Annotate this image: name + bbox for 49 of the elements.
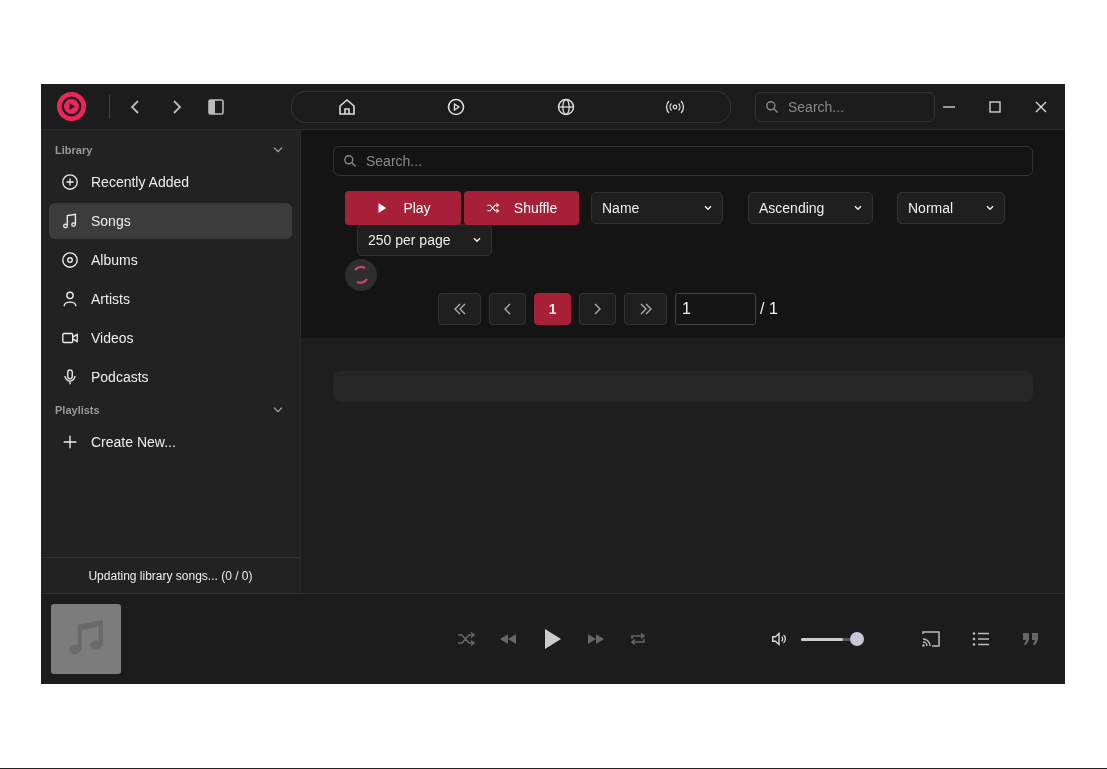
previous-page-button[interactable]	[489, 293, 527, 325]
shuffle-button[interactable]: Shuffle	[464, 191, 579, 225]
sidebar-item[interactable]: Albums	[49, 242, 292, 278]
loading-spinner	[345, 259, 377, 291]
sidebar-item[interactable]: Artists	[49, 281, 292, 317]
section-title: Library	[55, 144, 93, 156]
shuffle-icon[interactable]	[456, 629, 476, 649]
double-chevron-right-icon	[639, 303, 652, 315]
music-note-icon	[61, 212, 79, 230]
sidebar-item[interactable]: Recently Added	[49, 164, 292, 200]
sidebar-item[interactable]: Podcasts	[49, 359, 292, 395]
per-page-dropdown[interactable]: 250 per page	[357, 224, 492, 256]
sort-dropdown[interactable]: Normal	[897, 192, 1005, 224]
chevron-right-icon	[594, 303, 602, 315]
plus-icon	[61, 433, 79, 451]
page-input[interactable]: 1	[675, 293, 757, 325]
sort-dropdown[interactable]: Ascending	[748, 192, 873, 224]
volume-slider-thumb[interactable]	[850, 632, 864, 646]
sidebar-item[interactable]: Create New...	[49, 424, 292, 460]
play-button[interactable]: Play	[345, 191, 461, 225]
globe-icon	[555, 96, 576, 117]
next-page-button[interactable]	[579, 293, 617, 325]
status-text: Updating library songs... (0 / 0)	[88, 568, 253, 583]
page-button[interactable]: 1	[534, 293, 572, 325]
person-icon	[61, 290, 79, 308]
app-logo	[56, 91, 87, 122]
plus-circle-icon	[61, 173, 79, 191]
last-page-button[interactable]	[624, 293, 668, 325]
search-icon	[764, 98, 780, 115]
shuffle-icon	[485, 201, 500, 215]
home-icon	[336, 96, 357, 117]
sidebar-item[interactable]: Videos	[49, 320, 292, 356]
sidebar-toggle-icon[interactable]	[206, 96, 226, 117]
disc-icon	[61, 251, 79, 269]
cast-icon[interactable]	[921, 629, 941, 649]
volume-icon[interactable]	[770, 630, 788, 648]
play-circle-icon	[446, 96, 467, 117]
queue-list-icon[interactable]	[971, 629, 991, 649]
double-chevron-left-icon	[453, 303, 466, 315]
sidebar-item[interactable]: Songs	[49, 203, 292, 239]
sort-dropdown[interactable]: Name	[591, 192, 723, 224]
chevron-left-icon	[504, 303, 512, 315]
search-field[interactable]: Search...	[333, 146, 1033, 176]
search-icon	[342, 153, 358, 169]
page-total: / 1	[760, 300, 778, 318]
first-page-button[interactable]	[438, 293, 482, 325]
search-field[interactable]: Search...	[755, 91, 935, 122]
section-title: Playlists	[55, 404, 100, 416]
microphone-icon	[61, 368, 79, 386]
